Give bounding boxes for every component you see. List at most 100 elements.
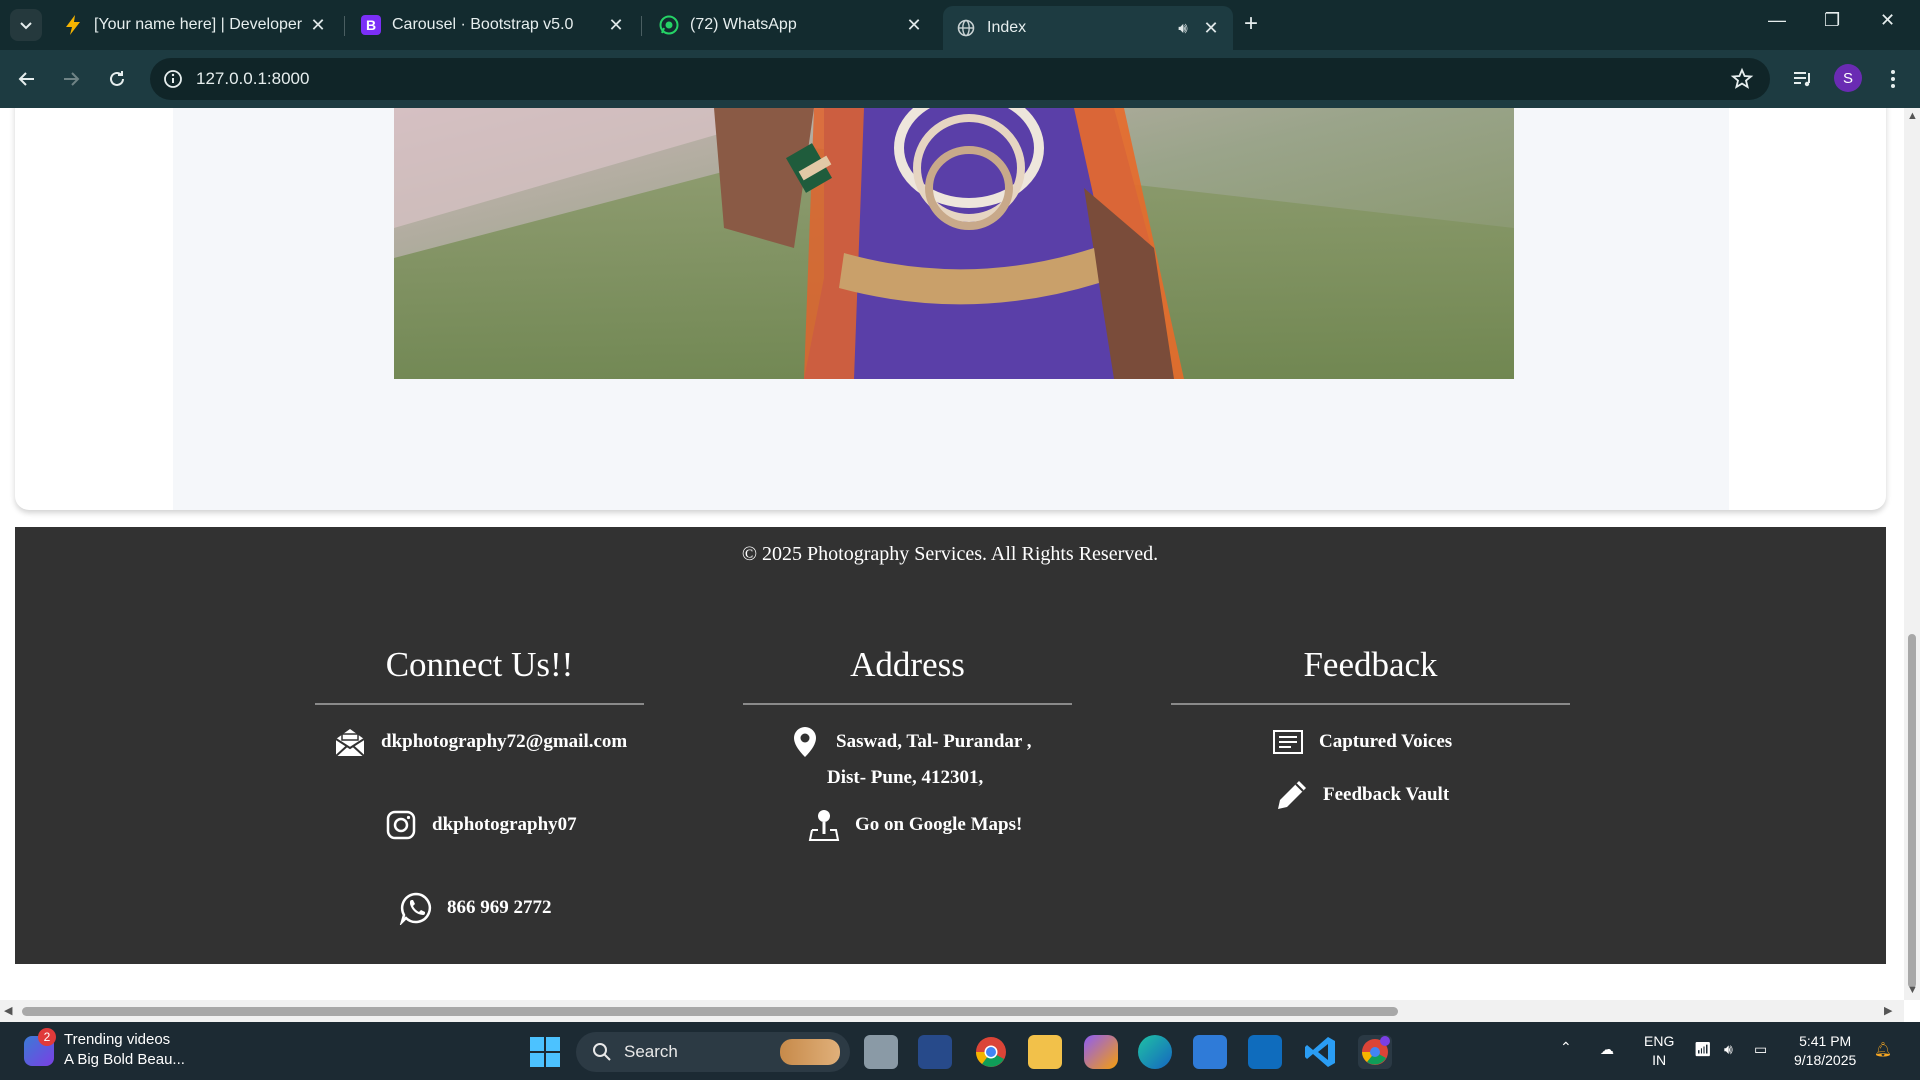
back-button[interactable] — [14, 66, 40, 92]
reload-icon — [110, 71, 124, 86]
forward-button[interactable] — [58, 66, 84, 92]
show-hidden-icons[interactable]: ⌃ — [1560, 1038, 1572, 1057]
widget-title: Trending videos — [64, 1031, 171, 1048]
tab-carousel[interactable]: B Carousel · Bootstrap v5.0 ✕ — [348, 6, 638, 44]
phone-link[interactable]: 866 969 2772 — [399, 891, 552, 925]
tab-whatsapp[interactable]: (72) WhatsApp ✕ — [646, 6, 936, 44]
reload-button[interactable] — [104, 66, 130, 92]
task-view-icon[interactable] — [864, 1035, 898, 1069]
copilot-icon[interactable] — [1084, 1035, 1118, 1069]
language-text: ENG — [1644, 1033, 1675, 1049]
arrow-right-icon — [64, 72, 80, 86]
store-icon[interactable] — [1193, 1035, 1227, 1069]
horizontal-scroll-thumb[interactable] — [22, 1007, 1398, 1016]
google-maps-text[interactable]: Go on Google Maps! — [855, 814, 1022, 836]
widgets-icon: 2 — [24, 1028, 56, 1066]
address-bar[interactable]: 127.0.0.1:8000 — [150, 58, 1770, 100]
arrow-left-icon — [18, 72, 34, 86]
onedrive-icon[interactable]: ☁ — [1600, 1040, 1614, 1059]
notification-badge: 2 — [38, 1028, 56, 1046]
site-info-icon[interactable] — [162, 68, 184, 90]
minimize-button[interactable]: — — [1768, 10, 1786, 31]
close-tab-icon[interactable]: ✕ — [606, 15, 626, 35]
tab-developer[interactable]: [Your name here] | Developer ✕ — [50, 6, 340, 44]
copyright-text: © 2025 Photography Services. All Rights … — [741, 543, 1159, 565]
region-text: IN — [1652, 1052, 1667, 1068]
language-indicator[interactable]: ENG IN — [1644, 1032, 1674, 1070]
feedback-vault-link[interactable]: Feedback Vault — [1275, 778, 1449, 812]
captured-voices-text[interactable]: Captured Voices — [1319, 731, 1452, 753]
new-tab-button[interactable]: + — [1244, 12, 1258, 36]
scroll-up-icon[interactable]: ▲ — [1907, 110, 1918, 122]
edge-icon[interactable] — [1138, 1035, 1172, 1069]
bolt-icon — [62, 14, 84, 36]
date-text: 9/18/2025 — [1794, 1052, 1857, 1068]
bride-photo-image — [394, 108, 1514, 379]
feedback-vault-text[interactable]: Feedback Vault — [1323, 784, 1449, 806]
url-text[interactable]: 127.0.0.1:8000 — [196, 69, 309, 89]
email-link[interactable]: dkphotography72@gmail.com — [333, 725, 627, 759]
start-button[interactable] — [528, 1035, 562, 1069]
vscode-icon[interactable] — [1303, 1035, 1337, 1069]
map-location-icon — [807, 808, 841, 842]
close-window-button[interactable]: ✕ — [1880, 10, 1895, 31]
vertical-scrollbar[interactable]: ▲ ▼ — [1904, 108, 1920, 1000]
phone-number[interactable]: 866 969 2772 — [447, 897, 552, 919]
browser-menu-button[interactable] — [1880, 66, 1906, 92]
tab-title: (72) WhatsApp — [690, 16, 797, 33]
divider — [743, 703, 1072, 705]
feedback-column: Feedback — [1171, 645, 1570, 705]
browser-toolbar: 127.0.0.1:8000 S — [0, 50, 1920, 108]
tab-index[interactable]: Index 🔊︎ ✕ — [943, 6, 1233, 50]
horizontal-scrollbar[interactable]: ◀ ▶ — [0, 1000, 1904, 1022]
address-heading: Address — [850, 645, 965, 684]
scroll-left-icon[interactable]: ◀ — [4, 1004, 12, 1017]
google-maps-link[interactable]: Go on Google Maps! — [807, 808, 1022, 842]
taskbar-search[interactable]: Search — [576, 1032, 850, 1072]
search-icon — [593, 1043, 611, 1061]
tab-title: [Your name here] | Developer — [94, 16, 303, 33]
bride-photo — [394, 108, 1514, 379]
restore-button[interactable]: ❐ — [1824, 10, 1840, 31]
instagram-icon — [384, 808, 418, 842]
instagram-handle[interactable]: dkphotography07 — [432, 814, 577, 836]
notification-bell-icon[interactable]: 🔔︎ — [1874, 1040, 1892, 1059]
media-control-button[interactable] — [1790, 66, 1816, 92]
chevron-down-icon — [20, 22, 32, 30]
file-explorer-icon[interactable] — [1028, 1035, 1062, 1069]
tab-separator — [641, 16, 642, 36]
feedback-heading: Feedback — [1303, 645, 1438, 684]
captured-voices-link[interactable]: Captured Voices — [1271, 725, 1452, 759]
app-icon[interactable] — [918, 1035, 952, 1069]
time-text: 5:41 PM — [1799, 1033, 1852, 1049]
outlook-icon[interactable] — [1248, 1035, 1282, 1069]
tab-title: Carousel · Bootstrap v5.0 — [392, 16, 574, 33]
close-tab-icon[interactable]: ✕ — [904, 15, 924, 35]
instagram-link[interactable]: dkphotography07 — [384, 808, 577, 842]
battery-icon[interactable]: ▭ — [1754, 1040, 1767, 1059]
tab-title: Index — [987, 19, 1027, 36]
clock[interactable]: 5:41 PM 9/18/2025 — [1794, 1032, 1856, 1070]
chrome-profile-icon[interactable] — [1358, 1035, 1392, 1069]
search-highlight-icon — [780, 1039, 840, 1065]
scroll-right-icon[interactable]: ▶ — [1884, 1004, 1892, 1017]
speaker-icon[interactable]: 🔊︎ — [1173, 18, 1193, 38]
widgets-button[interactable]: 2 Trending videos A Big Bold Beau... — [24, 1028, 185, 1070]
wifi-icon[interactable]: 📶︎ — [1694, 1040, 1712, 1059]
more-vertical-icon — [1891, 70, 1895, 88]
page-viewport: © 2025 Photography Services. All Rights … — [0, 108, 1904, 1000]
bootstrap-icon: B — [360, 14, 382, 36]
scroll-down-icon[interactable]: ▼ — [1907, 984, 1918, 996]
close-tab-icon[interactable]: ✕ — [1201, 18, 1221, 38]
volume-icon[interactable]: 🔊︎ — [1724, 1040, 1733, 1059]
windows-taskbar: 2 Trending videos A Big Bold Beau... Sea… — [0, 1022, 1920, 1080]
close-tab-icon[interactable]: ✕ — [308, 15, 328, 35]
address-line-1: Saswad, Tal- Purandar , — [788, 725, 1032, 759]
email-text[interactable]: dkphotography72@gmail.com — [381, 731, 627, 753]
tab-search-button[interactable] — [10, 9, 42, 41]
chrome-icon[interactable] — [974, 1035, 1008, 1069]
vertical-scroll-thumb[interactable] — [1908, 634, 1916, 988]
widget-subtitle: A Big Bold Beau... — [64, 1051, 185, 1068]
profile-avatar[interactable]: S — [1834, 64, 1862, 92]
bookmark-star-icon[interactable] — [1730, 67, 1754, 91]
